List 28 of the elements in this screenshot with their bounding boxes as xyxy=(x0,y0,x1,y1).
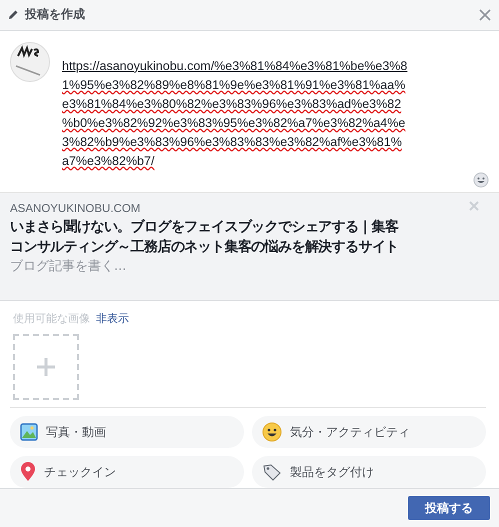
plus-icon xyxy=(36,357,56,378)
link-title: コンサルティング～工務店のネット集客の悩みを解決するサイト xyxy=(10,238,400,258)
tag-icon xyxy=(262,463,282,482)
post-url-text[interactable]: a7%e3%82%b7/ xyxy=(62,152,408,171)
dialog-title: 投稿を作成 xyxy=(25,6,86,24)
add-image-button[interactable] xyxy=(13,334,79,400)
link-domain: ASANOYUKINOBU.COM xyxy=(10,202,140,218)
close-icon[interactable] xyxy=(479,8,491,21)
post-button[interactable]: 投稿する xyxy=(408,496,490,520)
action-button[interactable]: 気分・アクティビティ xyxy=(252,416,486,448)
post-url-text[interactable]: 1%95%e3%82%89%e8%81%9e%e3%81%91%e3%81%aa% xyxy=(62,76,408,95)
link-title: いまさら聞けない。ブログをフェイスブックでシェアする | 集客 xyxy=(10,218,400,238)
post-url-text[interactable]: 3%82%b9%e3%83%96%e3%83%83%e3%82%af%e3%81% xyxy=(62,132,408,152)
post-url-text[interactable]: e3%81%84%e3%80%82%e3%83%96%e3%83%ad%e3%82 xyxy=(62,94,408,114)
hide-link[interactable]: 非表示 xyxy=(96,311,129,326)
action-button[interactable]: 製品をタグ付け xyxy=(252,456,486,488)
map-pin-icon xyxy=(20,462,36,482)
images-label: 使用可能な画像 xyxy=(13,311,90,326)
action-button[interactable]: 写真・動画 xyxy=(10,416,244,448)
emoji-icon[interactable] xyxy=(473,172,489,188)
link-description: ブログ記事を書く... xyxy=(10,258,128,276)
photo-icon xyxy=(20,423,38,442)
action-button[interactable]: チェックイン xyxy=(10,456,244,488)
pencil-icon xyxy=(8,9,19,20)
post-url-text[interactable]: %b0%e3%82%92%e3%83%95%e3%82%a7%e3%82%a4%e xyxy=(62,114,408,133)
smiley-icon xyxy=(262,422,282,442)
post-url-text[interactable]: https://asanoyukinobu.com/%e3%81%84%e3%81%be%e3%8 xyxy=(62,56,408,76)
avatar-logo xyxy=(10,42,50,82)
